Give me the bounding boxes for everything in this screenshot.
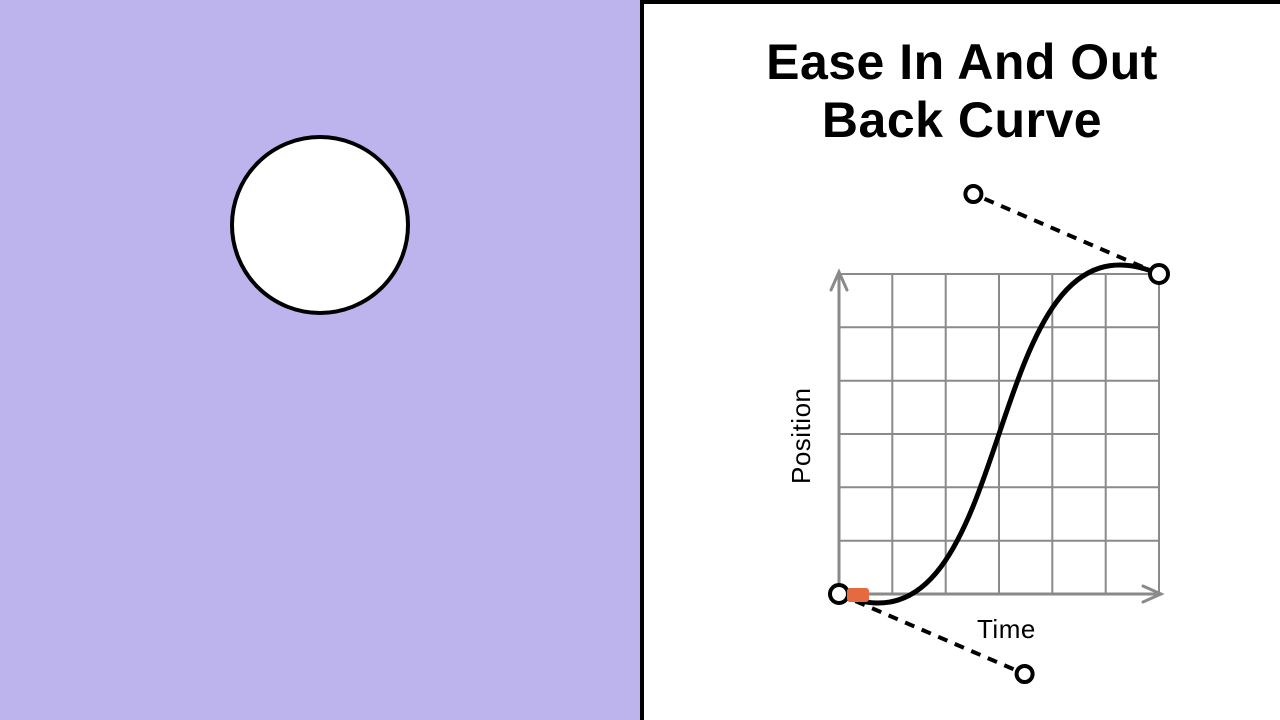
curve-title: Ease In And Out Back Curve <box>644 34 1280 149</box>
title-line-1: Ease In And Out <box>766 34 1158 90</box>
curve-start-point[interactable] <box>830 585 848 603</box>
curve-panel: Ease In And Out Back Curve Position Time <box>640 0 1280 720</box>
animation-preview-panel <box>0 0 640 720</box>
curve-end-point[interactable] <box>1150 265 1168 283</box>
control-handle-start[interactable] <box>839 594 1033 682</box>
chart-container: Position Time <box>764 174 1274 704</box>
control-handle-end[interactable] <box>965 186 1159 274</box>
easing-curve-chart <box>799 174 1259 694</box>
page: Ease In And Out Back Curve Position Time <box>0 0 1280 720</box>
progress-marker <box>847 588 869 602</box>
animated-ball <box>230 135 410 315</box>
title-line-2: Back Curve <box>822 92 1102 148</box>
